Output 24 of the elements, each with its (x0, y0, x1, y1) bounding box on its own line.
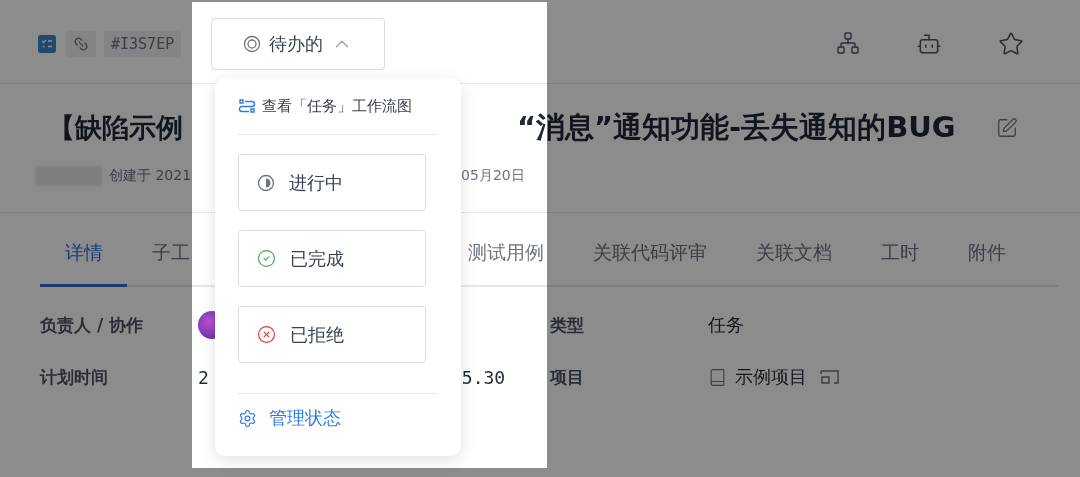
workflow-link[interactable]: 查看「任务」工作流图 (238, 96, 438, 116)
tab[interactable]: 工时 (881, 237, 919, 287)
issue-title: 【缺陷示例 (48, 111, 183, 145)
manage-status-link[interactable]: 管理状态 (238, 406, 438, 430)
tab[interactable]: 附件 (968, 237, 1006, 287)
tab[interactable]: 子工 (152, 237, 190, 287)
tab[interactable]: 关联代码评审 (593, 237, 707, 287)
project-name: 示例项目 (735, 365, 807, 389)
field-label: 计划时间 (40, 365, 109, 389)
end-date: 5.30 (461, 366, 506, 388)
created-info: 创建于 2021 (109, 167, 192, 185)
tab[interactable]: 关联文档 (756, 237, 832, 287)
field-label: 项目 (550, 365, 585, 389)
status-option[interactable]: 进行中 (238, 154, 426, 211)
status-option[interactable]: 已完成 (238, 230, 426, 287)
status-option[interactable]: 已拒绝 (238, 306, 426, 363)
status-dropdown[interactable]: 待办的 (211, 17, 386, 70)
created-date: 05月20日 (461, 167, 525, 185)
field-label: 负责人 / 协作 (40, 313, 145, 337)
tab[interactable]: 测试用例 (468, 237, 544, 287)
field-value: 任务 (708, 313, 744, 337)
field-label: 类型 (550, 313, 585, 337)
tab[interactable]: 详情 (40, 237, 127, 287)
start-date: 2 (198, 366, 209, 388)
